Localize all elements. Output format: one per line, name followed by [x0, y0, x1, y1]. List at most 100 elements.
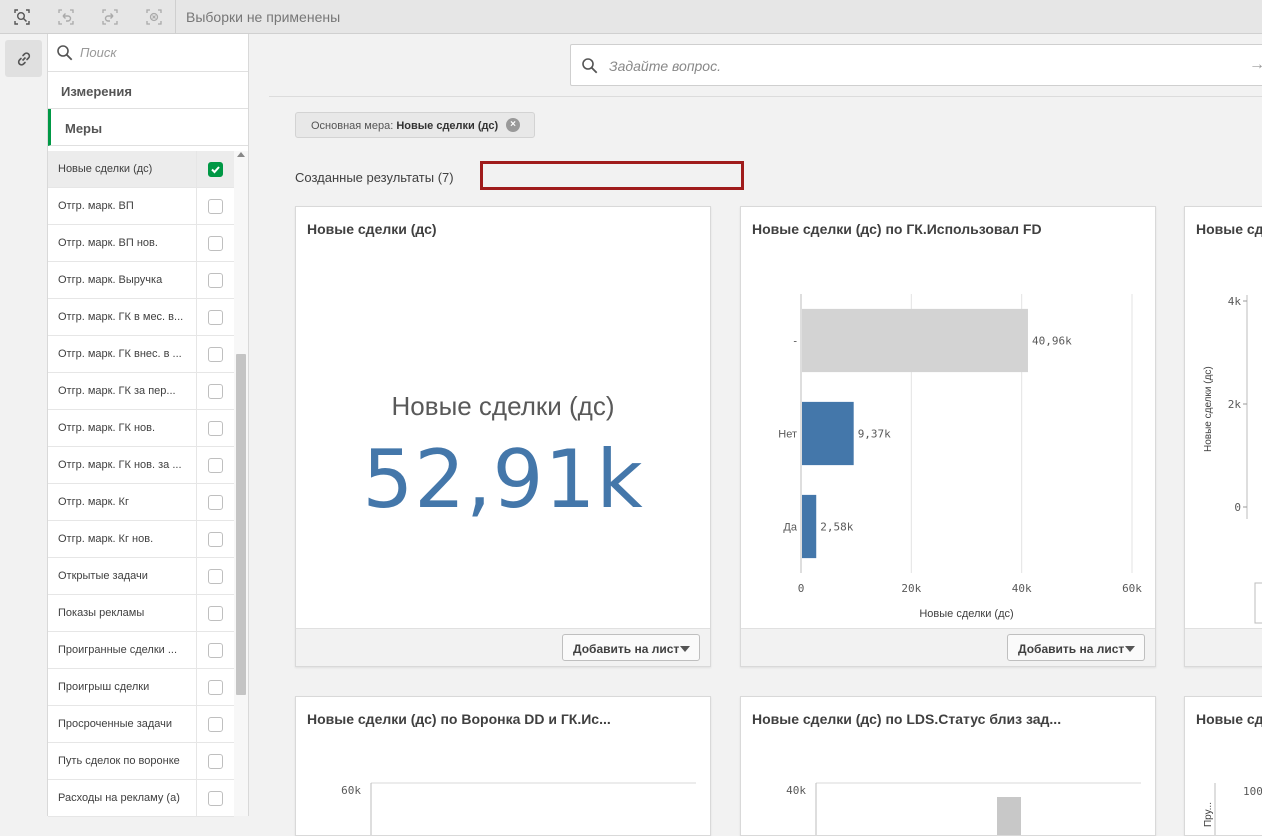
measure-checkbox[interactable]	[208, 161, 223, 177]
smart-search-icon[interactable]	[0, 0, 44, 33]
card-footer	[1185, 628, 1262, 666]
measure-checkbox[interactable]	[208, 272, 223, 288]
y-tick-label: 100M	[1243, 785, 1262, 798]
data-label: 40,96k	[1032, 335, 1072, 348]
measure-list-item[interactable]: Отгр. марк. ВП	[48, 188, 234, 225]
measure-label: Отгр. марк. ГК в мес. в...	[58, 311, 184, 323]
step-forward-icon[interactable]	[88, 0, 132, 33]
checkbox-cell	[196, 299, 234, 335]
measure-label: Отгр. марк. Кг нов.	[58, 533, 154, 545]
result-card-5[interactable]: Новые сделки (дс) по LDS.Статус близ зад…	[740, 696, 1156, 836]
kpi-value: 52,91k	[362, 433, 644, 526]
measure-checkbox[interactable]	[208, 531, 223, 547]
primary-measure-chip[interactable]: Основная мера: Новые сделки (дс) ×	[295, 112, 535, 138]
measure-list-item[interactable]: Просроченные задачи	[48, 706, 234, 743]
measure-list-item[interactable]: Новые сделки (дс)	[48, 151, 234, 188]
measure-label: Новые сделки (дс)	[58, 163, 153, 175]
y-axis-label: Пру...	[1203, 802, 1214, 827]
link-icon[interactable]	[5, 40, 42, 77]
checkbox-cell	[196, 373, 234, 409]
checkbox-cell	[196, 188, 234, 224]
result-card-3[interactable]: Новые сд 4k 2k 0 Новые сделки (дс)	[1184, 206, 1262, 667]
tab-dimensions[interactable]: Измерения	[48, 72, 248, 109]
measure-checkbox[interactable]	[208, 716, 223, 732]
checkbox-cell	[196, 225, 234, 261]
measure-label: Отгр. марк. ГК нов. за ...	[58, 459, 182, 471]
measure-list-item[interactable]: Открытые задачи	[48, 558, 234, 595]
measure-list-item[interactable]: Отгр. марк. ГК за пер...	[48, 373, 234, 410]
measures-list: Новые сделки (дс) Отгр. марк. ВП Отгр. мар…	[48, 151, 234, 817]
measure-checkbox[interactable]	[208, 420, 223, 436]
measure-checkbox[interactable]	[208, 568, 223, 584]
checkbox-cell	[196, 632, 234, 668]
submit-arrow-icon[interactable]: →	[1249, 56, 1262, 74]
measure-list-item[interactable]: Путь сделок по воронке	[48, 743, 234, 780]
scroll-up-arrow[interactable]	[237, 152, 245, 157]
toolbar-divider	[175, 0, 176, 33]
chip-prefix: Основная мера:	[311, 120, 394, 132]
partial-chart: 4k 2k 0 Новые сделки (дс)	[1203, 295, 1262, 624]
measure-list-item[interactable]: Отгр. марк. Кг	[48, 484, 234, 521]
measure-label: Показы рекламы	[58, 607, 145, 619]
result-card-4[interactable]: Новые сделки (дс) по Воронка DD и ГК.Ис.…	[295, 696, 711, 836]
main-area: Задайте вопрос. → Основная мера: Новые с…	[249, 34, 1262, 836]
clear-selections-icon[interactable]	[132, 0, 176, 33]
kpi-label: Новые сделки (дс)	[391, 391, 615, 421]
y-tick-label: 0	[1234, 501, 1241, 514]
ask-question-input[interactable]: Задайте вопрос. →	[570, 44, 1262, 86]
measure-list-item[interactable]: Отгр. марк. ГК в мес. в...	[48, 299, 234, 336]
measure-list-item[interactable]: Отгр. марк. ГК нов. за ...	[48, 447, 234, 484]
measure-checkbox[interactable]	[208, 383, 223, 399]
measure-checkbox[interactable]	[208, 679, 223, 695]
measure-list-item[interactable]: Отгр. марк. Выручка	[48, 262, 234, 299]
measure-list-item[interactable]: Расходы на рекламу (а)	[48, 780, 234, 817]
checkbox-cell	[196, 447, 234, 483]
measure-checkbox[interactable]	[208, 309, 223, 325]
measure-label: Проигрыш сделки	[58, 681, 150, 693]
result-card-kpi[interactable]: Новые сделки (дс) Новые сделки (дс) 52,9…	[295, 206, 711, 667]
checkbox-cell	[196, 410, 234, 446]
measure-list-item[interactable]: Показы рекламы	[48, 595, 234, 632]
measure-checkbox[interactable]	[208, 346, 223, 362]
measure-checkbox[interactable]	[208, 790, 223, 806]
step-back-icon[interactable]	[44, 0, 88, 33]
add-to-sheet-label: Добавить на лист	[1018, 642, 1125, 656]
bar	[802, 401, 854, 466]
y-tick-label: 4k	[1228, 295, 1242, 308]
measure-list-item[interactable]: Проигранные сделки ...	[48, 632, 234, 669]
measure-checkbox[interactable]	[208, 494, 223, 510]
measure-list-item[interactable]: Проигрыш сделки	[48, 669, 234, 706]
card-footer: Добавить на лист	[741, 628, 1155, 666]
panel-search[interactable]: Поиск	[48, 34, 248, 72]
measure-checkbox[interactable]	[208, 753, 223, 769]
divider	[269, 96, 1262, 97]
measure-label: Отгр. марк. ВП	[58, 200, 134, 212]
checkbox-cell	[196, 780, 234, 816]
add-to-sheet-button[interactable]: Добавить на лист	[562, 634, 700, 661]
measure-label: Отгр. марк. ГК за пер...	[58, 385, 176, 397]
close-icon[interactable]: ×	[506, 118, 520, 132]
measure-list-item[interactable]: Отгр. марк. ВП нов.	[48, 225, 234, 262]
scrollbar-thumb[interactable]	[236, 354, 246, 695]
assets-panel: Поиск Измерения Меры Новые сделки (дс) От…	[48, 34, 249, 817]
measure-list-item[interactable]: Отгр. марк. Кг нов.	[48, 521, 234, 558]
measure-checkbox[interactable]	[208, 235, 223, 251]
bar	[802, 494, 817, 559]
search-icon	[582, 58, 598, 74]
checkbox-cell	[196, 151, 234, 187]
measure-checkbox[interactable]	[208, 198, 223, 214]
measure-checkbox[interactable]	[208, 605, 223, 621]
partial-chart: 40k	[786, 782, 1141, 835]
selections-status: Выборки не применены	[186, 9, 341, 25]
panel-search-placeholder: Поиск	[80, 45, 117, 60]
tab-measures[interactable]: Меры	[48, 109, 248, 146]
y-tick-label: 40k	[786, 784, 806, 797]
category-label: Нет	[778, 429, 797, 441]
result-card-6[interactable]: Новые сд 100M Пру...	[1184, 696, 1262, 836]
measure-list-item[interactable]: Отгр. марк. ГК внес. в ...	[48, 336, 234, 373]
result-card-bar[interactable]: Новые сделки (дс) по ГК.Использовал FD 0…	[740, 206, 1156, 667]
measure-checkbox[interactable]	[208, 457, 223, 473]
measure-checkbox[interactable]	[208, 642, 223, 658]
add-to-sheet-button[interactable]: Добавить на лист	[1007, 634, 1145, 661]
measure-list-item[interactable]: Отгр. марк. ГК нов.	[48, 410, 234, 447]
